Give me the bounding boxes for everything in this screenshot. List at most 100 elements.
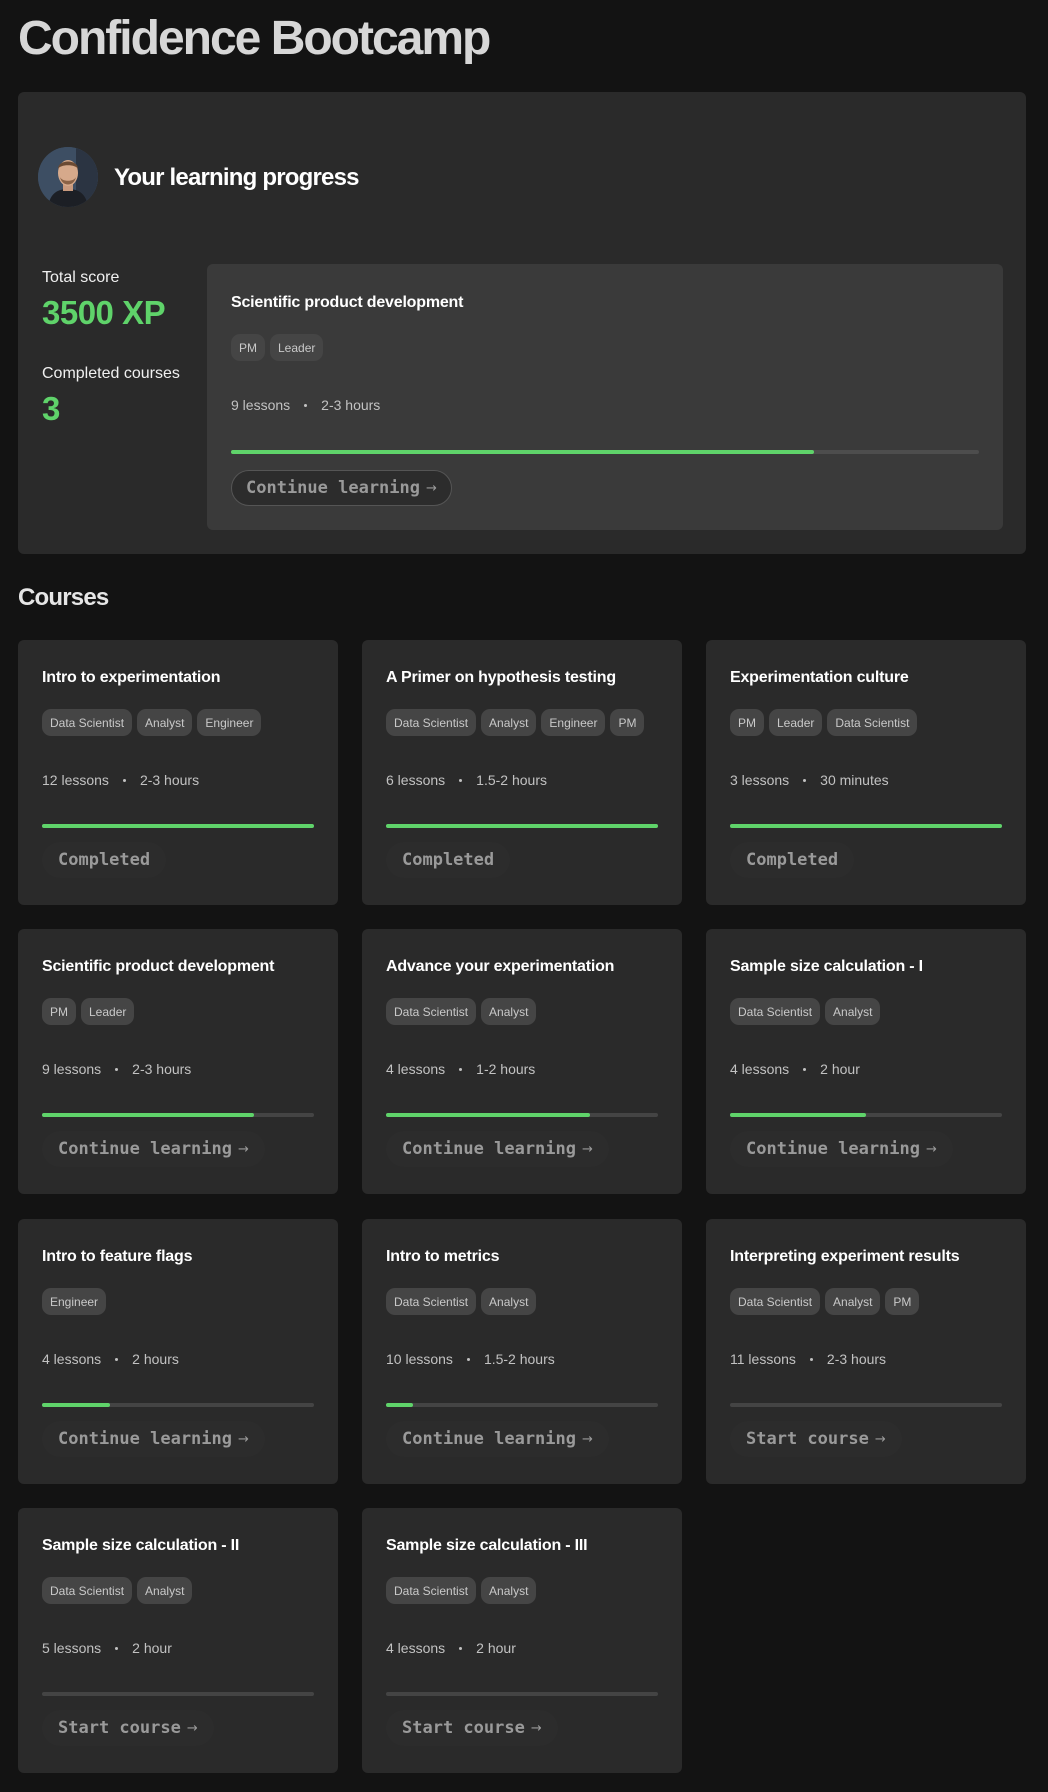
course-meta: 9 lessons 2-3 hours [42, 1061, 191, 1077]
course-title: A Primer on hypothesis testing [386, 669, 616, 686]
tag: Data Scientist [386, 1288, 477, 1315]
lessons-count: 11 lessons [730, 1351, 796, 1367]
arrow-right-icon: → [238, 1431, 249, 1447]
course-card[interactable]: A Primer on hypothesis testing Data Scien… [362, 640, 682, 905]
separator-dot [803, 1067, 807, 1071]
continue-learning-button[interactable]: Continue learning → [231, 470, 452, 506]
cta-label: Completed [58, 850, 151, 870]
progress-bar [386, 1113, 658, 1117]
course-tags: Data Scientist Analyst [730, 998, 881, 1025]
tag: PM [231, 334, 265, 361]
separator-dot [115, 1357, 119, 1361]
course-card[interactable]: Sample size calculation - II Data Scienti… [18, 1508, 338, 1773]
progress-bar-fill [42, 1403, 110, 1407]
course-tags: PM Leader Data Scientist [730, 709, 918, 736]
course-action-button[interactable]: Continue learning → [42, 1131, 265, 1167]
duration: 2-3 hours [139, 772, 200, 788]
progress-bar-fill [42, 824, 314, 828]
course-card[interactable]: Intro to feature flags Engineer 4 lessons 2… [18, 1219, 338, 1484]
progress-bar [386, 824, 658, 828]
course-meta: 4 lessons 2 hour [730, 1061, 860, 1077]
tag: Analyst [825, 998, 881, 1025]
tag: Leader [81, 998, 135, 1025]
course-tags: PM Leader [42, 998, 135, 1025]
completed-courses-value: 3 [42, 390, 61, 427]
duration: 2 hour [820, 1061, 860, 1077]
course-meta: 3 lessons 30 minutes [730, 772, 889, 788]
tag: Data Scientist [730, 1288, 821, 1315]
course-card[interactable]: Advance your experimentation Data Scienti… [362, 929, 682, 1194]
duration: 2 hour [132, 1640, 172, 1656]
avatar[interactable] [38, 147, 98, 207]
tag: Engineer [541, 709, 606, 736]
total-score-value: 3500 XP [42, 294, 166, 331]
current-course-title: Scientific product development [231, 294, 464, 311]
course-card[interactable]: Scientific product development PM Leader 9 … [18, 929, 338, 1194]
progress-bar [386, 1692, 658, 1696]
page-title: Confidence Bootcamp [18, 12, 491, 65]
tag: Data Scientist [386, 1577, 477, 1604]
cta-label: Continue learning [58, 1429, 232, 1449]
course-action-button[interactable]: Completed [42, 842, 167, 878]
course-action-button[interactable]: Start course → [42, 1710, 214, 1746]
course-title: Sample size calculation - II [42, 1537, 240, 1554]
progress-bar-fill [386, 1113, 590, 1117]
cta-label: Continue learning [746, 1139, 920, 1159]
completed-courses-label: Completed courses [42, 365, 180, 382]
arrow-right-icon: → [186, 1720, 198, 1736]
separator-dot [459, 1067, 463, 1071]
course-card[interactable]: Intro to metrics Data Scientist Analyst 10 … [362, 1219, 682, 1484]
course-card[interactable]: Intro to experimentation Data Scientist An… [18, 640, 338, 905]
progress-bar [42, 1113, 314, 1117]
tag: Analyst [481, 998, 537, 1025]
course-action-button[interactable]: Completed [730, 842, 855, 878]
cta-label: Continue learning [402, 1139, 576, 1159]
tag: Data Scientist [827, 709, 918, 736]
course-action-button[interactable]: Completed [386, 842, 511, 878]
course-card[interactable]: Sample size calculation - III Data Scient… [362, 1508, 682, 1773]
tag: Engineer [42, 1288, 107, 1315]
tag: Data Scientist [42, 709, 133, 736]
duration: 2-3 hours [321, 397, 381, 413]
lessons-count: 10 lessons [386, 1351, 453, 1367]
lessons-count: 4 lessons [730, 1061, 790, 1077]
course-title: Scientific product development [42, 958, 275, 975]
tag: Data Scientist [386, 998, 477, 1025]
separator-dot [122, 778, 126, 782]
course-action-button[interactable]: Continue learning → [386, 1131, 609, 1167]
learning-progress-panel: Your learning progress Total score 3500 … [18, 92, 1026, 554]
lessons-count: 6 lessons [386, 772, 446, 788]
lessons-count: 4 lessons [386, 1061, 446, 1077]
course-action-button[interactable]: Continue learning → [386, 1421, 609, 1457]
tag: Leader [769, 709, 823, 736]
current-course-tags: PM Leader [231, 334, 324, 361]
course-action-button[interactable]: Continue learning → [42, 1421, 265, 1457]
course-card[interactable]: Interpreting experiment results Data Scie… [706, 1219, 1026, 1484]
course-card[interactable]: Experimentation culture PM Leader Data Scie… [706, 640, 1026, 905]
cta-label: Start course [402, 1718, 525, 1738]
course-card[interactable]: Sample size calculation - I Data Scientis… [706, 929, 1026, 1194]
avatar-photo-icon [38, 147, 98, 207]
current-course-card: Scientific product development PM Leader… [207, 264, 1003, 530]
cta-label: Completed [402, 850, 495, 870]
course-title: Sample size calculation - III [386, 1537, 588, 1554]
cta-label: Start course [746, 1429, 869, 1449]
tag: PM [610, 709, 645, 736]
progress-bar-fill [386, 824, 658, 828]
course-action-button[interactable]: Continue learning → [730, 1131, 953, 1167]
course-meta: 5 lessons 2 hour [42, 1640, 172, 1656]
progress-bar [730, 824, 1002, 828]
course-action-button[interactable]: Start course → [386, 1710, 558, 1746]
separator-dot [115, 1067, 119, 1071]
tag: Analyst [137, 709, 193, 736]
tag: PM [730, 709, 764, 736]
tag: Analyst [481, 1288, 537, 1315]
progress-bar [42, 1692, 314, 1696]
course-tags: Data Scientist Analyst Engineer PM [386, 709, 645, 736]
separator-dot [459, 1646, 463, 1650]
course-meta: 12 lessons 2-3 hours [42, 772, 199, 788]
course-tags: Engineer [42, 1288, 107, 1315]
progress-bar [231, 450, 979, 454]
duration: 2-3 hours [826, 1351, 887, 1367]
course-action-button[interactable]: Start course → [730, 1421, 902, 1457]
